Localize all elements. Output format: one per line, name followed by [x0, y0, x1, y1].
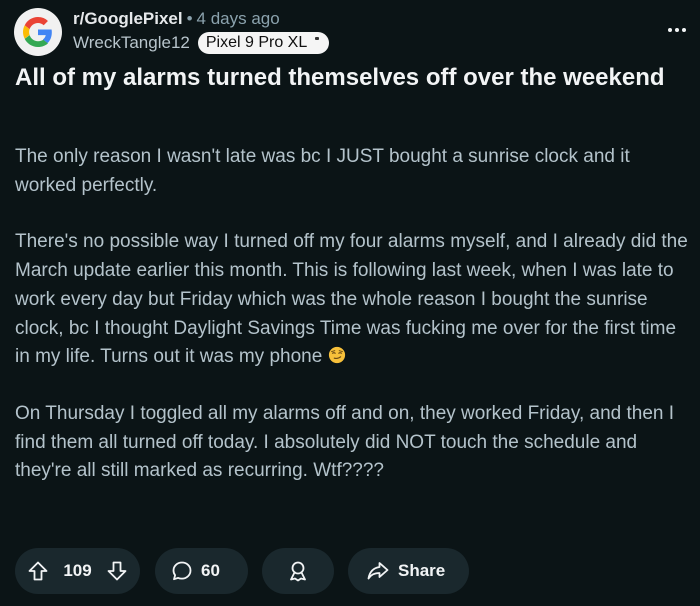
award-icon — [286, 559, 310, 583]
body-paragraph-3: On Thursday I toggled all my alarms off … — [15, 402, 675, 482]
flair-label: Pixel 9 Pro XL — [205, 34, 308, 51]
more-dot-icon — [682, 28, 686, 32]
comment-count: 60 — [201, 561, 220, 580]
post-time: 4 days ago — [196, 9, 280, 28]
share-label: Share — [398, 561, 446, 580]
share-button[interactable]: Share — [348, 548, 469, 594]
more-dot-icon — [668, 28, 672, 32]
more-options-button[interactable] — [664, 20, 690, 40]
award-button[interactable] — [262, 548, 334, 594]
post-body: The only reason I wasn't late was bc I J… — [15, 143, 690, 514]
post-meta: r/GooglePixel • 4 days ago — [73, 9, 280, 29]
subreddit-avatar[interactable] — [14, 8, 62, 56]
upvote-button[interactable] — [27, 560, 49, 582]
body-paragraph-2: There's no possible way I turned off my … — [15, 231, 688, 368]
vote-count: 109 — [63, 561, 92, 580]
author-link[interactable]: WreckTangle12 — [73, 33, 190, 53]
downvote-button[interactable] — [106, 560, 128, 582]
vote-bar: 109 — [15, 548, 140, 594]
body-paragraph-1: The only reason I wasn't late was bc I J… — [15, 146, 630, 196]
post-title: All of my alarms turned themselves off o… — [15, 64, 665, 91]
more-dot-icon — [675, 28, 679, 32]
subreddit-link[interactable]: r/GooglePixel — [73, 9, 183, 28]
smirking-face-icon — [328, 347, 345, 364]
post-card: r/GooglePixel • 4 days ago WreckTangle12 P… — [0, 0, 700, 606]
downvote-arrow-icon — [107, 561, 127, 581]
comments-button[interactable]: 60 — [155, 548, 248, 594]
meta-separator: • — [186, 9, 193, 28]
comment-bubble-icon — [171, 560, 193, 582]
upvote-arrow-icon — [28, 561, 48, 581]
share-arrow-icon — [366, 560, 390, 582]
flair-mark-icon — [315, 36, 320, 40]
user-flair: Pixel 9 Pro XL — [197, 32, 330, 54]
google-logo-icon — [23, 17, 52, 47]
author-line: WreckTangle12 Pixel 9 Pro XL — [73, 31, 330, 55]
